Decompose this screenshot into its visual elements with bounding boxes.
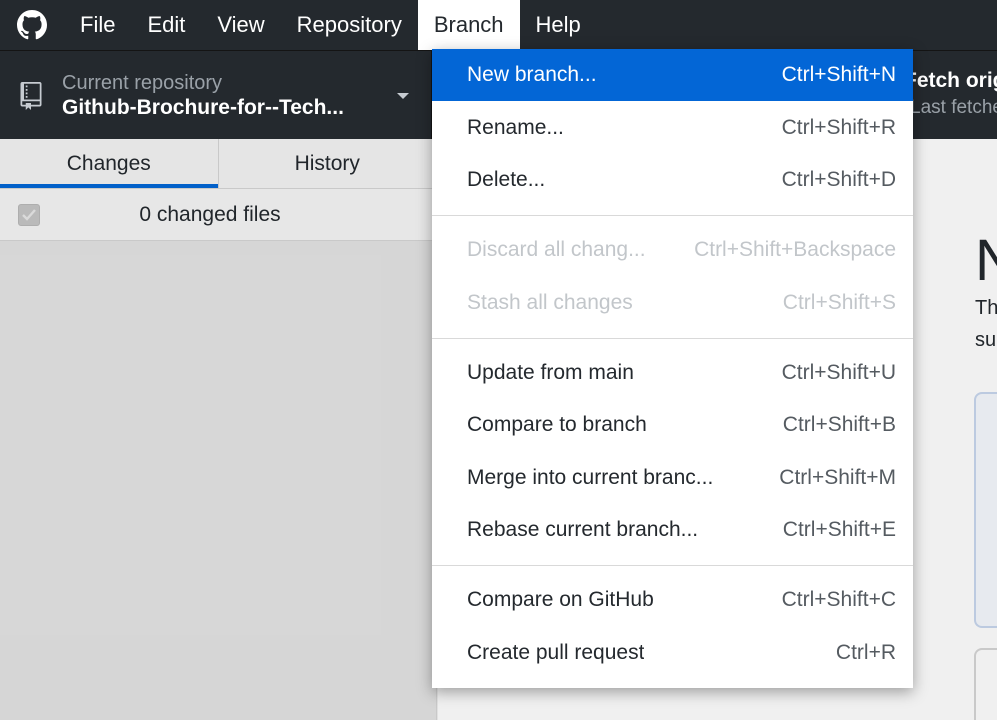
menu-item-shortcut: Ctrl+Shift+U bbox=[781, 361, 896, 384]
menu-item-shortcut: Ctrl+Shift+R bbox=[781, 116, 896, 139]
menu-help[interactable]: Help bbox=[520, 0, 597, 50]
menu-item-shortcut: Ctrl+Shift+D bbox=[781, 168, 896, 191]
menu-item-label: Compare to branch bbox=[467, 413, 647, 436]
github-logo-icon bbox=[0, 0, 64, 50]
menu-item-shortcut: Ctrl+R bbox=[835, 641, 896, 664]
repo-name: Github-Brochure-for--Tech... bbox=[62, 95, 344, 119]
menu-item-compare-on-github[interactable]: Compare on GitHub Ctrl+Shift+C bbox=[432, 574, 913, 626]
menu-item-rebase-current-branch[interactable]: Rebase current branch... Ctrl+Shift+E bbox=[432, 504, 913, 556]
menu-item-label: Stash all changes bbox=[467, 291, 633, 314]
menu-item-delete[interactable]: Delete... Ctrl+Shift+D bbox=[432, 154, 913, 206]
menu-item-new-branch[interactable]: New branch... Ctrl+Shift+N bbox=[432, 49, 913, 101]
repo-caption: Current repository bbox=[62, 71, 223, 94]
repo-icon bbox=[0, 81, 62, 110]
menu-view[interactable]: View bbox=[201, 0, 280, 50]
menu-item-label: Discard all chang... bbox=[467, 238, 646, 261]
menu-edit[interactable]: Edit bbox=[131, 0, 201, 50]
menu-item-label: Create pull request bbox=[467, 641, 645, 664]
menu-item-shortcut: Ctrl+Shift+N bbox=[781, 63, 896, 86]
menu-item-shortcut: Ctrl+Shift+M bbox=[779, 466, 896, 489]
fetch-subtitle: Last fetched bbox=[910, 97, 997, 118]
menu-separator bbox=[432, 215, 913, 216]
menu-item-label: Rename... bbox=[467, 116, 564, 139]
menu-separator bbox=[432, 338, 913, 339]
chevron-down-icon bbox=[375, 91, 431, 101]
current-repository-button[interactable]: Current repository Github-Brochure-for--… bbox=[0, 51, 432, 140]
fetch-title: Fetch origin bbox=[904, 69, 997, 92]
menu-item-update-from-main[interactable]: Update from main Ctrl+Shift+U bbox=[432, 347, 913, 399]
menu-repository[interactable]: Repository bbox=[281, 0, 418, 50]
menu-item-label: Compare on GitHub bbox=[467, 588, 654, 611]
menu-item-discard-all-changes: Discard all chang... Ctrl+Shift+Backspac… bbox=[432, 224, 913, 276]
menu-item-merge-into-current-branch[interactable]: Merge into current branc... Ctrl+Shift+M bbox=[432, 452, 913, 504]
menu-item-stash-all-changes: Stash all changes Ctrl+Shift+S bbox=[432, 277, 913, 329]
menu-separator bbox=[432, 565, 913, 566]
fetch-origin-button[interactable]: Fetch origin Last fetched bbox=[900, 69, 997, 129]
menu-bar: File Edit View Repository Branch Help bbox=[0, 0, 997, 50]
menu-item-shortcut: Ctrl+Shift+B bbox=[782, 413, 896, 436]
menu-item-label: Update from main bbox=[467, 361, 634, 384]
menu-item-label: Merge into current branc... bbox=[467, 466, 714, 489]
menu-branch[interactable]: Branch bbox=[417, 0, 520, 50]
menu-item-shortcut: Ctrl+Shift+S bbox=[782, 291, 896, 314]
branch-menu: New branch... Ctrl+Shift+N Rename... Ctr… bbox=[432, 49, 913, 688]
menu-item-label: Delete... bbox=[467, 168, 546, 191]
menu-file[interactable]: File bbox=[64, 0, 131, 50]
menu-item-label: Rebase current branch... bbox=[467, 518, 699, 541]
menu-item-rename[interactable]: Rename... Ctrl+Shift+R bbox=[432, 102, 913, 154]
menu-item-create-pull-request[interactable]: Create pull request Ctrl+R bbox=[432, 627, 913, 679]
repo-text: Current repository Github-Brochure-for--… bbox=[62, 71, 375, 121]
menu-item-shortcut: Ctrl+Shift+E bbox=[782, 518, 896, 541]
menu-item-shortcut: Ctrl+Shift+C bbox=[781, 588, 896, 611]
menu-item-compare-to-branch[interactable]: Compare to branch Ctrl+Shift+B bbox=[432, 399, 913, 451]
menu-item-shortcut: Ctrl+Shift+Backspace bbox=[694, 238, 896, 261]
menu-item-label: New branch... bbox=[467, 63, 597, 86]
